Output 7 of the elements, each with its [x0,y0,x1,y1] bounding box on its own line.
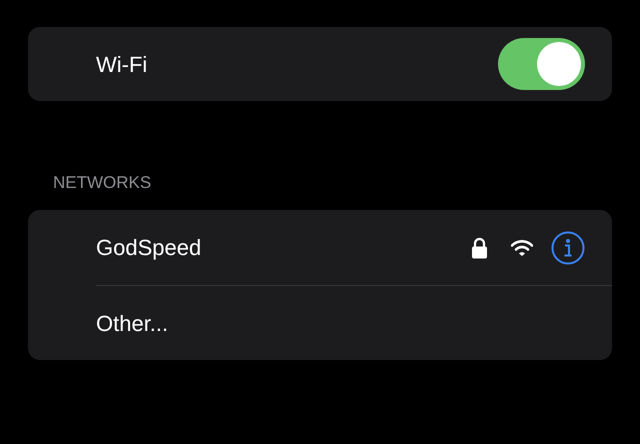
other-network-item[interactable]: Other... [96,306,168,340]
network-name[interactable]: GodSpeed [96,231,202,264]
section-header: NETWORKS [53,172,152,194]
wifi-label: Wi-Fi [96,50,148,78]
wifi-toggle[interactable] [498,38,585,90]
wifi-signal-icon [511,240,533,256]
info-icon[interactable] [551,230,585,264]
